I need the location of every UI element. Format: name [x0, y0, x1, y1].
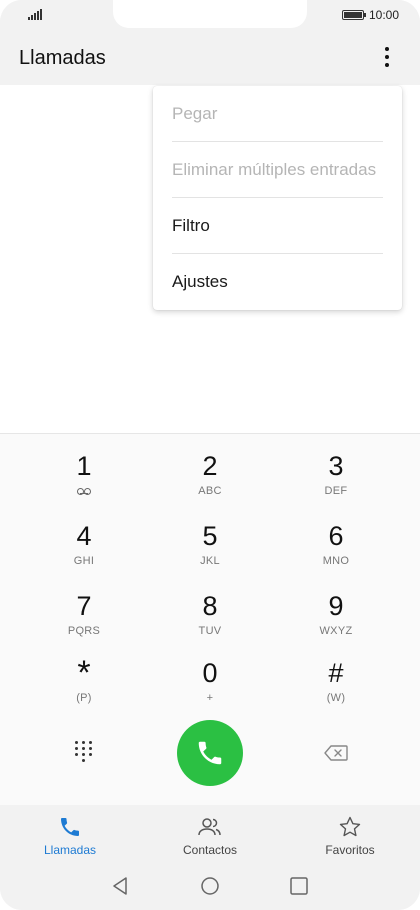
- system-navigation-bar: [0, 863, 420, 910]
- more-options-button[interactable]: [375, 44, 399, 70]
- dial-key-9[interactable]: 9 WXYZ: [291, 591, 381, 651]
- key-letters: +: [206, 692, 214, 704]
- nav-tab-llamadas[interactable]: Llamadas: [10, 805, 130, 863]
- phone-icon: [198, 741, 222, 765]
- key-digit: 1: [76, 451, 92, 481]
- dial-key-hash[interactable]: # (W): [291, 658, 381, 718]
- page-title: Llamadas: [19, 47, 106, 69]
- dial-key-3[interactable]: 3 DEF: [291, 451, 381, 511]
- nav-tab-contactos[interactable]: Contactos: [150, 805, 270, 863]
- key-digit: *: [77, 654, 91, 692]
- key-digit: 5: [202, 521, 218, 551]
- dial-key-1[interactable]: 1: [39, 451, 129, 511]
- contacts-icon: [198, 818, 221, 836]
- camera-notch: [113, 0, 307, 28]
- key-digit: 6: [328, 521, 344, 551]
- nav-label: Contactos: [182, 843, 238, 857]
- key-digit: 7: [76, 591, 92, 621]
- dial-key-2[interactable]: 2 ABC: [165, 451, 255, 511]
- phone-icon: [61, 818, 79, 836]
- star-icon: [339, 816, 361, 837]
- backspace-icon[interactable]: [324, 745, 348, 761]
- dial-key-8[interactable]: 8 TUV: [165, 591, 255, 651]
- signal-icon: [28, 8, 42, 20]
- key-digit: 3: [328, 451, 344, 481]
- key-letters: DEF: [324, 485, 348, 497]
- key-letters: MNO: [322, 555, 350, 567]
- key-digit: 0: [202, 658, 218, 688]
- key-letters: GHI: [73, 555, 95, 567]
- bottom-navigation: Llamadas Contactos Favoritos: [0, 805, 420, 863]
- key-letters: PQRS: [67, 625, 101, 637]
- dial-key-5[interactable]: 5 JKL: [165, 521, 255, 581]
- nav-tab-favoritos[interactable]: Favoritos: [290, 805, 410, 863]
- recents-icon[interactable]: [288, 875, 310, 897]
- dial-pad: 1 2 ABC 3 DEF 4 GHI 5 JKL 6 MNO 7 PQRS 8: [0, 433, 420, 805]
- dial-key-star[interactable]: * (P): [39, 654, 129, 718]
- home-icon[interactable]: [199, 875, 221, 897]
- key-letters: JKL: [200, 555, 220, 567]
- key-letters: TUV: [198, 625, 222, 637]
- battery-icon: [342, 10, 366, 20]
- key-letters: (W): [326, 692, 346, 704]
- key-digit: #: [328, 658, 344, 688]
- key-digit: 2: [202, 451, 218, 481]
- menu-item-eliminar-multiples[interactable]: Eliminar múltiples entradas: [172, 142, 383, 198]
- overflow-menu: Pegar Eliminar múltiples entradas Filtro…: [153, 86, 402, 310]
- key-digit: 9: [328, 591, 344, 621]
- dial-key-6[interactable]: 6 MNO: [291, 521, 381, 581]
- status-bar: 10:00: [0, 0, 420, 32]
- dialpad-toggle-icon[interactable]: [74, 741, 94, 762]
- key-letters: (P): [76, 692, 92, 704]
- phone-screen: 10:00 Llamadas Pegar Eliminar múltiples …: [0, 0, 420, 910]
- dial-key-7[interactable]: 7 PQRS: [39, 591, 129, 651]
- menu-item-ajustes[interactable]: Ajustes: [172, 254, 383, 310]
- dial-key-4[interactable]: 4 GHI: [39, 521, 129, 581]
- nav-label: Llamadas: [43, 843, 97, 857]
- back-icon[interactable]: [109, 875, 131, 897]
- key-letters: WXYZ: [319, 625, 353, 637]
- nav-label: Favoritos: [325, 843, 375, 857]
- menu-item-filtro[interactable]: Filtro: [172, 198, 383, 254]
- status-time: 10:00: [369, 8, 400, 22]
- key-digit: 8: [202, 591, 218, 621]
- key-digit: 4: [76, 521, 92, 551]
- key-letters: ABC: [198, 485, 222, 497]
- call-button[interactable]: [177, 720, 243, 786]
- dial-key-0[interactable]: 0 +: [165, 658, 255, 718]
- menu-item-pegar[interactable]: Pegar: [172, 86, 383, 142]
- app-bar: Llamadas: [0, 32, 420, 85]
- voicemail-icon: [77, 488, 91, 495]
